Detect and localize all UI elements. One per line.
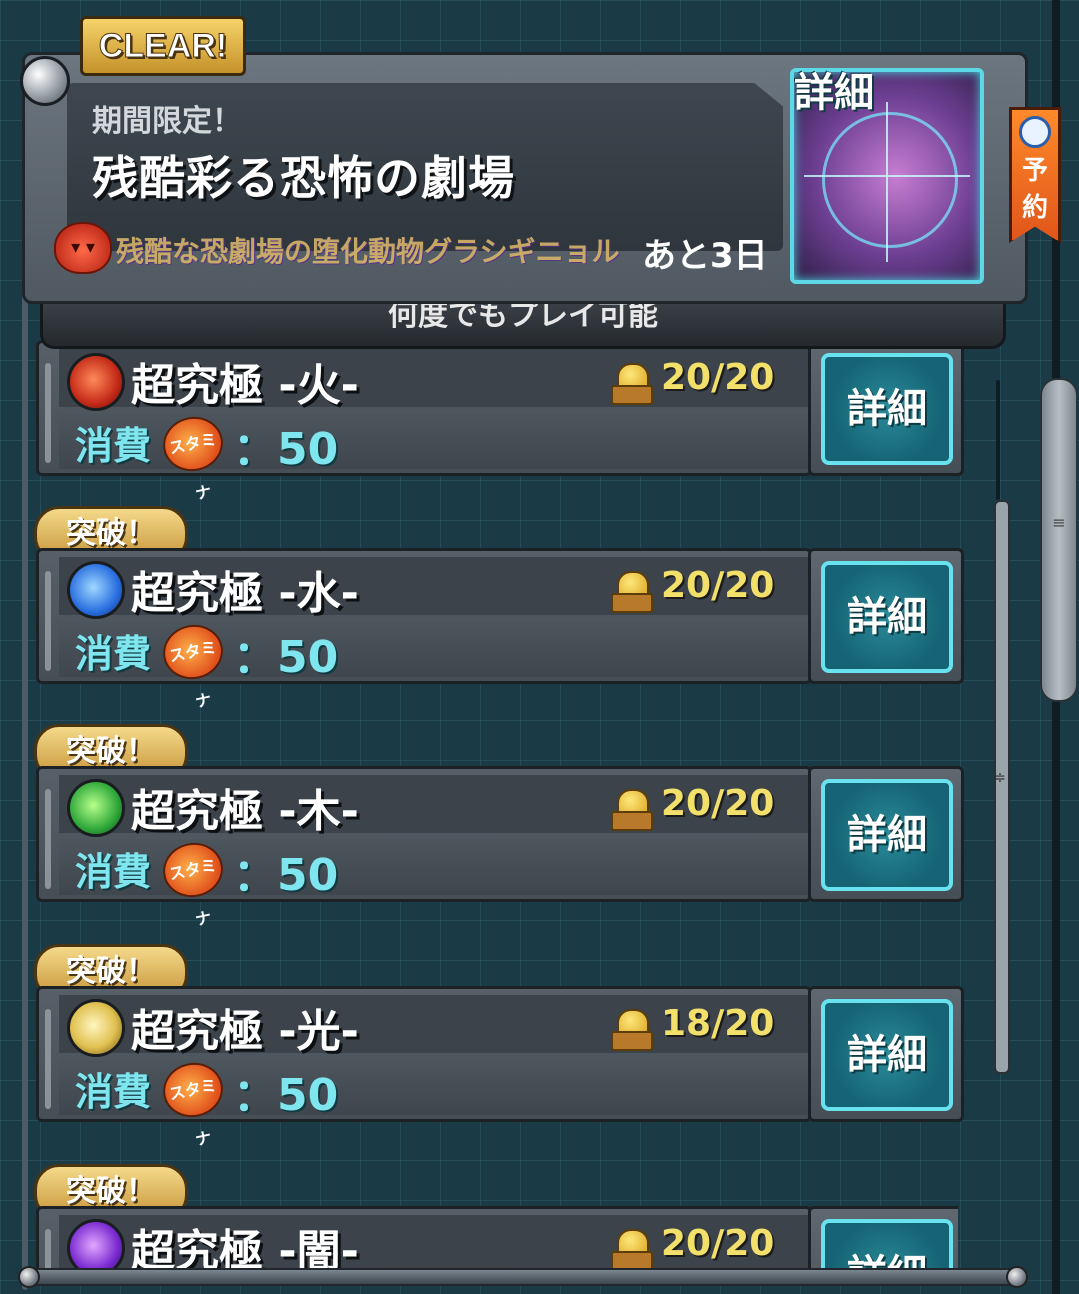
detail-label: 詳細 — [821, 561, 953, 673]
light-orb-icon — [67, 999, 125, 1057]
event-detail-label[interactable]: 詳細 — [794, 60, 874, 118]
cost-value: ：50 — [233, 1070, 339, 1121]
quest-edge — [45, 1009, 51, 1109]
quest-body: 超究極 -水- 20/20 消費 スタミナ ：50 — [36, 548, 812, 711]
scroll-grip-icon: ≡ — [1052, 513, 1066, 532]
quest-row-light[interactable]: 超究極 -光- 18/20 消費 スタミナ ：50 詳細 — [36, 986, 964, 1149]
bolt-icon — [1006, 1266, 1028, 1288]
reserve-label: 予約 — [1021, 156, 1048, 223]
outer-scrollbar[interactable]: ≡ — [1040, 378, 1078, 702]
quest-name: 超究極 -水- — [131, 568, 359, 619]
treasure-chest-icon — [611, 789, 653, 831]
quest-detail-button[interactable]: 詳細 — [808, 548, 964, 684]
treasure-chest-icon — [611, 363, 653, 405]
fire-orb-icon — [67, 353, 125, 411]
clear-count: 18/20 — [661, 1003, 775, 1044]
detail-label: 詳細 — [821, 779, 953, 891]
water-orb-icon — [67, 561, 125, 619]
detail-label: 詳細 — [821, 353, 953, 465]
inner-scroll-grip-icon: ≑ — [994, 770, 1006, 786]
quest-body: 超究極 -火- 20/20 消費 スタミナ ：50 — [36, 340, 812, 503]
quest-row-wood[interactable]: 超究極 -木- 20/20 消費 スタミナ ：50 詳細 — [36, 766, 964, 929]
quest-name: 超究極 -火- — [131, 360, 359, 411]
list-frame-bottom — [18, 1266, 1028, 1288]
quest-row-dark[interactable]: 超究極 -闇- 20/20 詳細 — [36, 1206, 958, 1270]
quest-name: 超究極 -木- — [131, 786, 359, 837]
remaining-time: あと3日 — [642, 236, 768, 276]
cost-value: ：50 — [233, 632, 339, 683]
reward-text: 残酷な恐劇場の堕化動物グラシギニョル — [116, 235, 620, 268]
clear-count: 20/20 — [661, 565, 775, 606]
cost-label: 消費 — [75, 850, 152, 894]
crosshair-v — [886, 102, 888, 262]
quest-body: 超究極 -木- 20/20 消費 スタミナ ：50 — [36, 766, 812, 929]
quest-row-water[interactable]: 超究極 -水- 20/20 消費 スタミナ ：50 詳細 — [36, 548, 964, 711]
cost-label: 消費 — [75, 1070, 152, 1114]
quest-edge — [45, 363, 51, 463]
treasure-chest-icon — [611, 1229, 653, 1270]
clear-count: 20/20 — [661, 1223, 775, 1264]
cost-value: ：50 — [233, 424, 339, 475]
bolt-icon — [18, 1266, 40, 1288]
target-ring — [822, 112, 958, 248]
treasure-chest-icon — [611, 571, 653, 613]
quest-body: 超究極 -光- 18/20 消費 スタミナ ：50 — [36, 986, 812, 1149]
detail-label: 詳細 — [821, 999, 953, 1111]
quest-name: 超究極 -闇- — [131, 1226, 359, 1270]
dark-orb-icon — [67, 1219, 125, 1270]
inner-scroll-track — [996, 380, 1000, 500]
quest-edge — [45, 789, 51, 889]
detail-label: 詳細 — [821, 1219, 953, 1270]
quest-detail-button[interactable]: 詳細 — [808, 1206, 958, 1270]
bolt-icon — [20, 56, 70, 106]
quest-detail-button[interactable]: 詳細 — [808, 766, 964, 902]
quest-name: 超究極 -光- — [131, 1006, 359, 1057]
clear-count: 20/20 — [661, 357, 775, 398]
quest-edge — [45, 1229, 51, 1270]
quest-detail-button[interactable]: 詳細 — [808, 986, 964, 1122]
event-title: 残酷彩る恐怖の劇場 — [92, 151, 515, 205]
cost-label: 消費 — [75, 632, 152, 676]
cost-value: ：50 — [233, 850, 339, 901]
clock-icon — [1019, 116, 1051, 148]
clear-count: 20/20 — [661, 783, 775, 824]
quest-edge — [45, 571, 51, 671]
reserve-tab[interactable]: 予約 — [1009, 107, 1061, 243]
wood-orb-icon — [67, 779, 125, 837]
treasure-chest-icon — [611, 1009, 653, 1051]
event-subtitle: 期間限定！ — [92, 104, 242, 139]
clear-badge: CLEAR! — [80, 16, 246, 76]
cost-label: 消費 — [75, 424, 152, 468]
quest-row-fire[interactable]: 超究極 -火- 20/20 消費 スタミナ ：50 詳細 — [36, 340, 964, 503]
quest-body: 超究極 -闇- 20/20 — [36, 1206, 812, 1270]
quest-detail-button[interactable]: 詳細 — [808, 340, 964, 476]
devil-face-icon: ▾ ▾ — [54, 222, 112, 274]
